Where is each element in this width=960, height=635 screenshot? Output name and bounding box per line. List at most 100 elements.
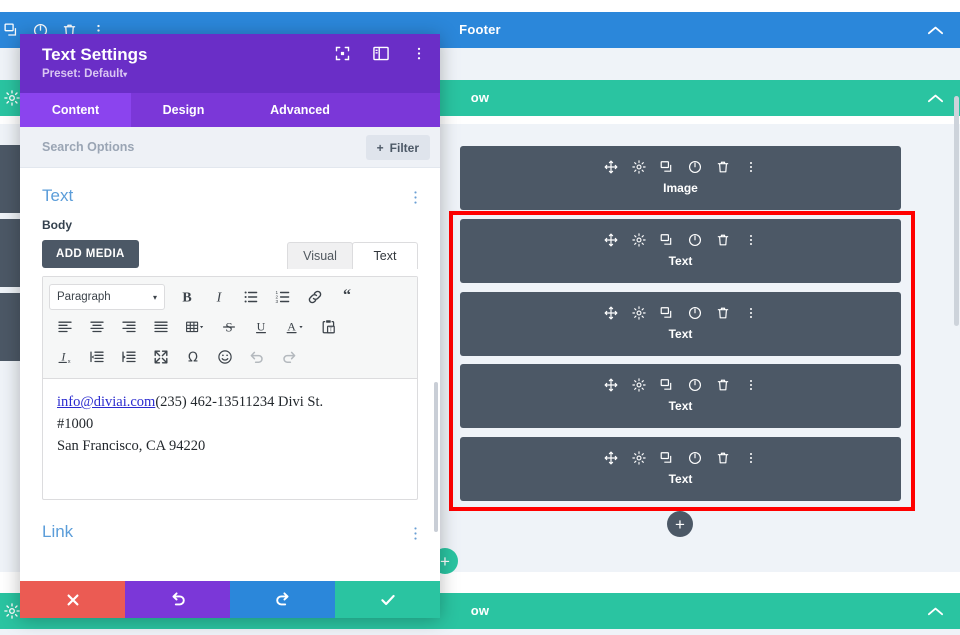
module-toolbar xyxy=(460,304,901,322)
tab-text[interactable]: Text xyxy=(352,242,418,269)
align-justify-icon[interactable] xyxy=(145,313,177,341)
svg-text:I: I xyxy=(60,350,66,364)
discard-button[interactable] xyxy=(20,581,125,618)
clear-formatting-icon[interactable]: I x xyxy=(49,343,81,371)
strikethrough-icon[interactable]: S xyxy=(213,313,245,341)
gear-icon[interactable] xyxy=(631,160,646,174)
duplicate-icon[interactable] xyxy=(660,160,674,174)
bold-icon[interactable]: B xyxy=(171,283,203,311)
format-select-value: Paragraph xyxy=(57,291,111,303)
module-toolbar xyxy=(460,449,901,467)
trash-icon[interactable] xyxy=(716,451,730,465)
kebab-icon[interactable] xyxy=(744,306,758,320)
link-icon[interactable] xyxy=(299,283,331,311)
kebab-icon[interactable] xyxy=(412,46,426,61)
text-color-icon[interactable]: A xyxy=(277,313,313,341)
chevron-up-icon[interactable] xyxy=(927,12,944,48)
underline-icon[interactable]: U xyxy=(245,313,277,341)
tab-advanced[interactable]: Advanced xyxy=(236,93,364,127)
move-icon[interactable] xyxy=(604,378,618,392)
filter-button[interactable]: + Filter xyxy=(365,135,430,160)
editor-content[interactable]: info@diviai.com(235) 462-13511234 Divi S… xyxy=(43,379,417,499)
duplicate-icon[interactable] xyxy=(660,378,674,392)
tab-content[interactable]: Content xyxy=(20,93,131,127)
module-toolbar xyxy=(460,231,901,249)
redo-button[interactable] xyxy=(230,581,335,618)
panel-tabs: Content Design Advanced xyxy=(20,93,440,127)
editor-email-link[interactable]: info@diviai.com xyxy=(57,394,155,410)
plus-icon: + xyxy=(675,514,685,534)
panel-scrollbar[interactable] xyxy=(434,382,438,532)
gear-icon[interactable] xyxy=(631,233,646,247)
move-icon[interactable] xyxy=(604,160,618,174)
disable-icon[interactable] xyxy=(688,233,702,247)
trash-icon[interactable] xyxy=(716,160,730,174)
tab-visual[interactable]: Visual xyxy=(287,242,353,269)
paste-as-text-icon[interactable]: T xyxy=(313,313,345,341)
module-text-4[interactable]: Text xyxy=(460,437,901,501)
gear-icon[interactable] xyxy=(631,451,646,465)
text-settings-panel: Text Settings Preset: Default▾ Content D… xyxy=(20,34,440,618)
format-select[interactable]: Paragraph ▾ xyxy=(49,284,165,310)
disable-icon[interactable] xyxy=(688,160,702,174)
emoji-icon[interactable] xyxy=(209,343,241,371)
gear-icon[interactable] xyxy=(631,378,646,392)
chevron-down-icon: ▾ xyxy=(152,292,157,302)
gear-icon[interactable] xyxy=(631,306,646,320)
section-title-text[interactable]: Text xyxy=(42,186,418,206)
module-text-1[interactable]: Text xyxy=(460,219,901,283)
section-title-link[interactable]: Link xyxy=(42,522,418,542)
bulleted-list-icon[interactable] xyxy=(235,283,267,311)
add-module-button[interactable]: + xyxy=(667,511,693,537)
trash-icon[interactable] xyxy=(716,306,730,320)
move-icon[interactable] xyxy=(604,233,618,247)
outdent-icon[interactable] xyxy=(81,343,113,371)
trash-icon[interactable] xyxy=(716,378,730,392)
kebab-icon[interactable] xyxy=(409,190,422,210)
special-character-icon[interactable]: Ω xyxy=(177,343,209,371)
kebab-icon[interactable] xyxy=(744,233,758,247)
undo-button[interactable] xyxy=(125,581,230,618)
svg-text:B: B xyxy=(182,291,191,305)
kebab-icon[interactable] xyxy=(744,451,758,465)
module-image[interactable]: Image xyxy=(460,146,901,210)
kebab-icon[interactable] xyxy=(744,160,758,174)
align-right-icon[interactable] xyxy=(113,313,145,341)
fullscreen-icon[interactable] xyxy=(145,343,177,371)
italic-icon[interactable]: I xyxy=(203,283,235,311)
table-icon[interactable] xyxy=(177,313,213,341)
module-text-2[interactable]: Text xyxy=(460,292,901,356)
move-icon[interactable] xyxy=(604,306,618,320)
redo-icon[interactable] xyxy=(273,343,305,371)
fullscreen-icon[interactable] xyxy=(335,46,350,61)
canvas-scrollbar[interactable] xyxy=(954,96,959,326)
module-text-3[interactable]: Text xyxy=(460,364,901,428)
align-center-icon[interactable] xyxy=(81,313,113,341)
add-media-button[interactable]: ADD MEDIA xyxy=(42,240,139,268)
move-icon[interactable] xyxy=(604,451,618,465)
kebab-icon[interactable] xyxy=(744,378,758,392)
panel-preset[interactable]: Preset: Default▾ xyxy=(42,68,424,80)
disable-icon[interactable] xyxy=(688,378,702,392)
numbered-list-icon[interactable]: 1 2 3 xyxy=(267,283,299,311)
chevron-up-icon[interactable] xyxy=(927,80,944,116)
panel-layout-icon[interactable] xyxy=(373,46,389,61)
undo-icon[interactable] xyxy=(241,343,273,371)
disable-icon[interactable] xyxy=(688,451,702,465)
tab-design[interactable]: Design xyxy=(131,93,236,127)
module-label: Text xyxy=(668,327,693,341)
kebab-icon[interactable] xyxy=(409,526,422,546)
indent-icon[interactable] xyxy=(113,343,145,371)
plus-icon: + xyxy=(440,551,450,571)
module-toolbar xyxy=(460,376,901,394)
disable-icon[interactable] xyxy=(688,306,702,320)
align-left-icon[interactable] xyxy=(49,313,81,341)
trash-icon[interactable] xyxy=(716,233,730,247)
search-input[interactable]: Search Options xyxy=(42,127,134,167)
duplicate-icon[interactable] xyxy=(660,306,674,320)
chevron-up-icon[interactable] xyxy=(927,593,944,629)
duplicate-icon[interactable] xyxy=(660,233,674,247)
blockquote-icon[interactable]: “ xyxy=(331,283,363,311)
save-button[interactable] xyxy=(335,581,440,618)
duplicate-icon[interactable] xyxy=(660,451,674,465)
